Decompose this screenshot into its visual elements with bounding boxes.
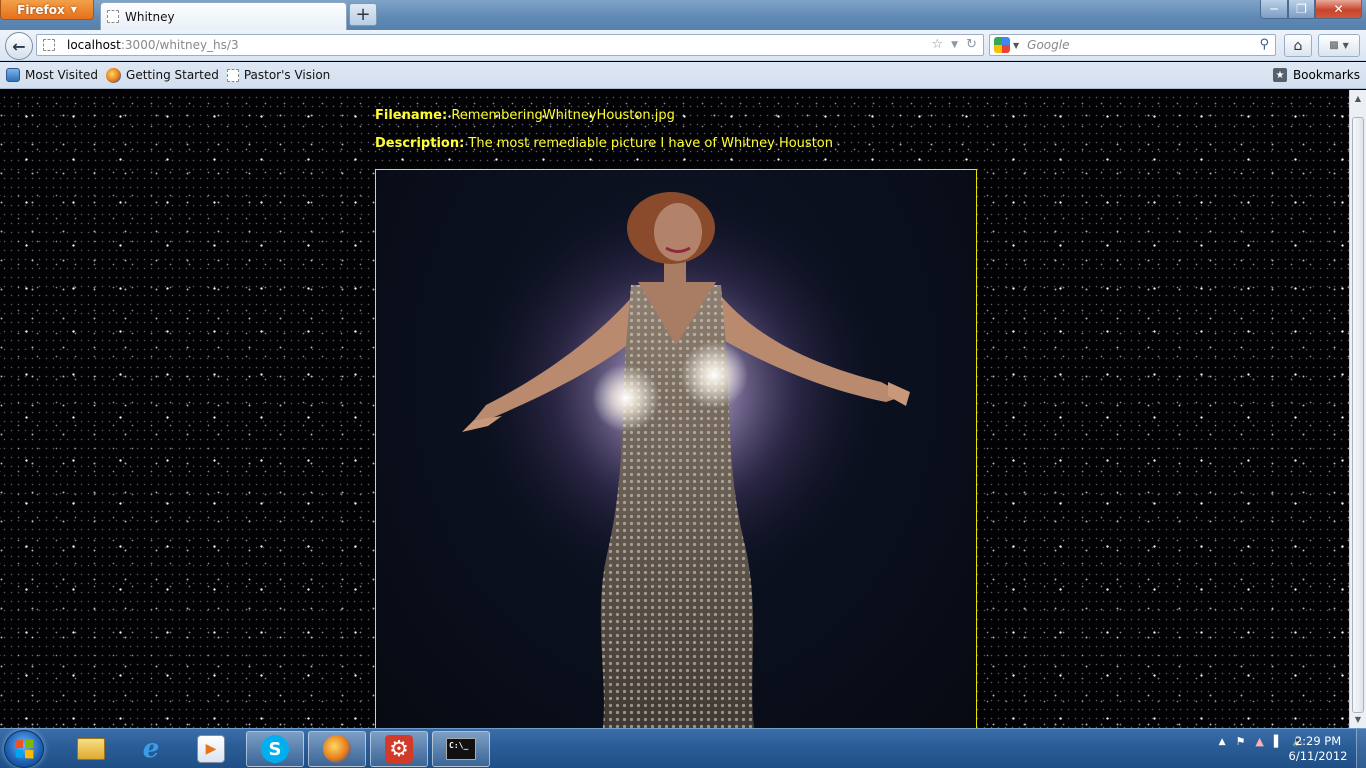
most-visited-icon (6, 68, 20, 82)
url-input[interactable]: localhost:3000/whitney_hs/3 (67, 38, 239, 52)
bookmark-star-icon[interactable]: ☆ (932, 37, 944, 53)
minimize-icon: ─ (1270, 2, 1278, 16)
taskbar-explorer[interactable] (62, 731, 120, 767)
history-dropdown-icon[interactable]: ▼ (951, 37, 958, 53)
google-icon[interactable] (994, 37, 1010, 53)
description-label: Description: (375, 136, 465, 151)
firefox-menu-label: Firefox (17, 2, 65, 17)
site-identity-icon[interactable] (43, 39, 55, 51)
url-bar[interactable]: localhost:3000/whitney_hs/3 ☆ ▼ ↻ (36, 34, 984, 56)
taskbar-media-player[interactable]: ▶ (182, 731, 240, 767)
terminal-icon: C:\_ (446, 738, 476, 760)
taskbar-internet-explorer[interactable]: e (122, 731, 180, 767)
action-center-flag-icon[interactable]: ⚑ (1235, 735, 1245, 748)
vertical-scrollbar[interactable]: ▲ ▼ (1349, 90, 1366, 728)
bookmarks-toolbar: Most Visited Getting Started Pastor's Vi… (0, 62, 1366, 89)
home-button[interactable]: ⌂ (1284, 34, 1312, 57)
filename-value: RememberingWhitneyHouston.jpg (451, 108, 675, 123)
bookmark-label: Most Visited (25, 68, 99, 82)
bookmarks-star-icon: ★ (1272, 68, 1287, 82)
search-bar[interactable]: ▼ Google ⚲ (989, 34, 1276, 56)
clock-time: 2:29 PM (1294, 734, 1342, 748)
filename-label: Filename: (375, 108, 448, 123)
page-icon (107, 10, 119, 23)
firefox-menu-button[interactable]: Firefox ▼ (0, 0, 94, 20)
network-warning-icon[interactable]: ▲ (1255, 735, 1263, 748)
show-desktop-button[interactable] (1356, 729, 1366, 768)
reload-icon[interactable]: ↻ (966, 37, 977, 53)
search-engine-dropdown-icon[interactable]: ▼ (1013, 41, 1019, 50)
taskbar: e ▶ S ⚙ C:\_ ▲ ⚑ ▲ ▌ 🔈 2:29 PM 6/11/2012 (0, 728, 1366, 768)
tab-title: Whitney (125, 9, 175, 24)
photo-frame (375, 169, 977, 728)
page-content: Filename: RememberingWhitneyHouston.jpg … (0, 90, 1349, 728)
url-path: :3000/whitney_hs/3 (120, 38, 239, 52)
show-hidden-icons-icon[interactable]: ▲ (1219, 737, 1226, 747)
navigation-bar: ← localhost:3000/whitney_hs/3 ☆ ▼ ↻ ▼ Go… (0, 30, 1366, 61)
bookmark-getting-started[interactable]: Getting Started (106, 67, 219, 83)
addon-button[interactable]: ▩ ▼ (1318, 34, 1360, 57)
close-icon: ✕ (1333, 2, 1344, 16)
description-line: Description: The most remediable picture… (375, 136, 833, 151)
bookmark-most-visited[interactable]: Most Visited (6, 68, 98, 82)
taskbar-command-prompt[interactable]: C:\_ (432, 731, 490, 767)
minimize-button[interactable]: ─ (1260, 0, 1288, 19)
bookmark-label: Getting Started (126, 68, 219, 82)
bookmark-pastors-vision[interactable]: Pastor's Vision (226, 68, 331, 82)
tab-whitney[interactable]: Whitney (100, 2, 347, 30)
url-host: localhost (67, 38, 121, 52)
close-button[interactable]: ✕ (1315, 0, 1362, 19)
bookmarks-menu-button[interactable]: ★ Bookmarks (1272, 68, 1360, 82)
plus-icon: + (355, 3, 371, 25)
bookmark-label: Pastor's Vision (243, 68, 331, 82)
page-icon (226, 68, 239, 82)
new-tab-button[interactable]: + (349, 3, 377, 26)
folder-icon (77, 738, 105, 760)
search-input[interactable]: Google (1027, 38, 1069, 52)
home-icon: ⌂ (1293, 37, 1303, 54)
filename-line: Filename: RememberingWhitneyHouston.jpg (375, 108, 833, 123)
title-bar: Firefox ▼ Whitney + ─ ❐ ✕ (0, 0, 1366, 30)
whitney-photo (462, 190, 910, 728)
maximize-button[interactable]: ❐ (1288, 0, 1315, 19)
firefox-icon (323, 735, 351, 763)
media-player-icon: ▶ (197, 735, 225, 763)
description-value: The most remediable picture I have of Wh… (468, 136, 833, 151)
taskbar-settings-app[interactable]: ⚙ (370, 731, 428, 767)
clock-date: 6/11/2012 (1288, 749, 1348, 763)
ie-icon: e (142, 734, 160, 764)
bookmarks-menu-label: Bookmarks (1292, 68, 1360, 82)
scroll-up-icon[interactable]: ▲ (1350, 90, 1366, 107)
clock[interactable]: 2:29 PM 6/11/2012 (1280, 734, 1356, 764)
back-button[interactable]: ← (5, 32, 33, 60)
addon-icon: ▩ (1329, 40, 1339, 51)
search-icon[interactable]: ⚲ (1259, 37, 1269, 52)
start-button[interactable] (4, 730, 44, 768)
taskbar-skype[interactable]: S (246, 731, 304, 767)
firefox-icon (106, 67, 122, 83)
skype-icon: S (261, 735, 289, 763)
taskbar-firefox[interactable] (308, 731, 366, 767)
windows-logo-icon (15, 739, 34, 759)
gear-icon: ⚙ (385, 735, 413, 763)
restore-icon: ❐ (1296, 2, 1307, 16)
scrollbar-thumb[interactable] (1352, 117, 1364, 713)
scroll-down-icon[interactable]: ▼ (1350, 711, 1366, 728)
chevron-down-icon: ▼ (1342, 41, 1349, 50)
image-info: Filename: RememberingWhitneyHouston.jpg … (375, 108, 833, 164)
back-arrow-icon: ← (12, 36, 26, 56)
chevron-down-icon: ▼ (70, 5, 77, 14)
